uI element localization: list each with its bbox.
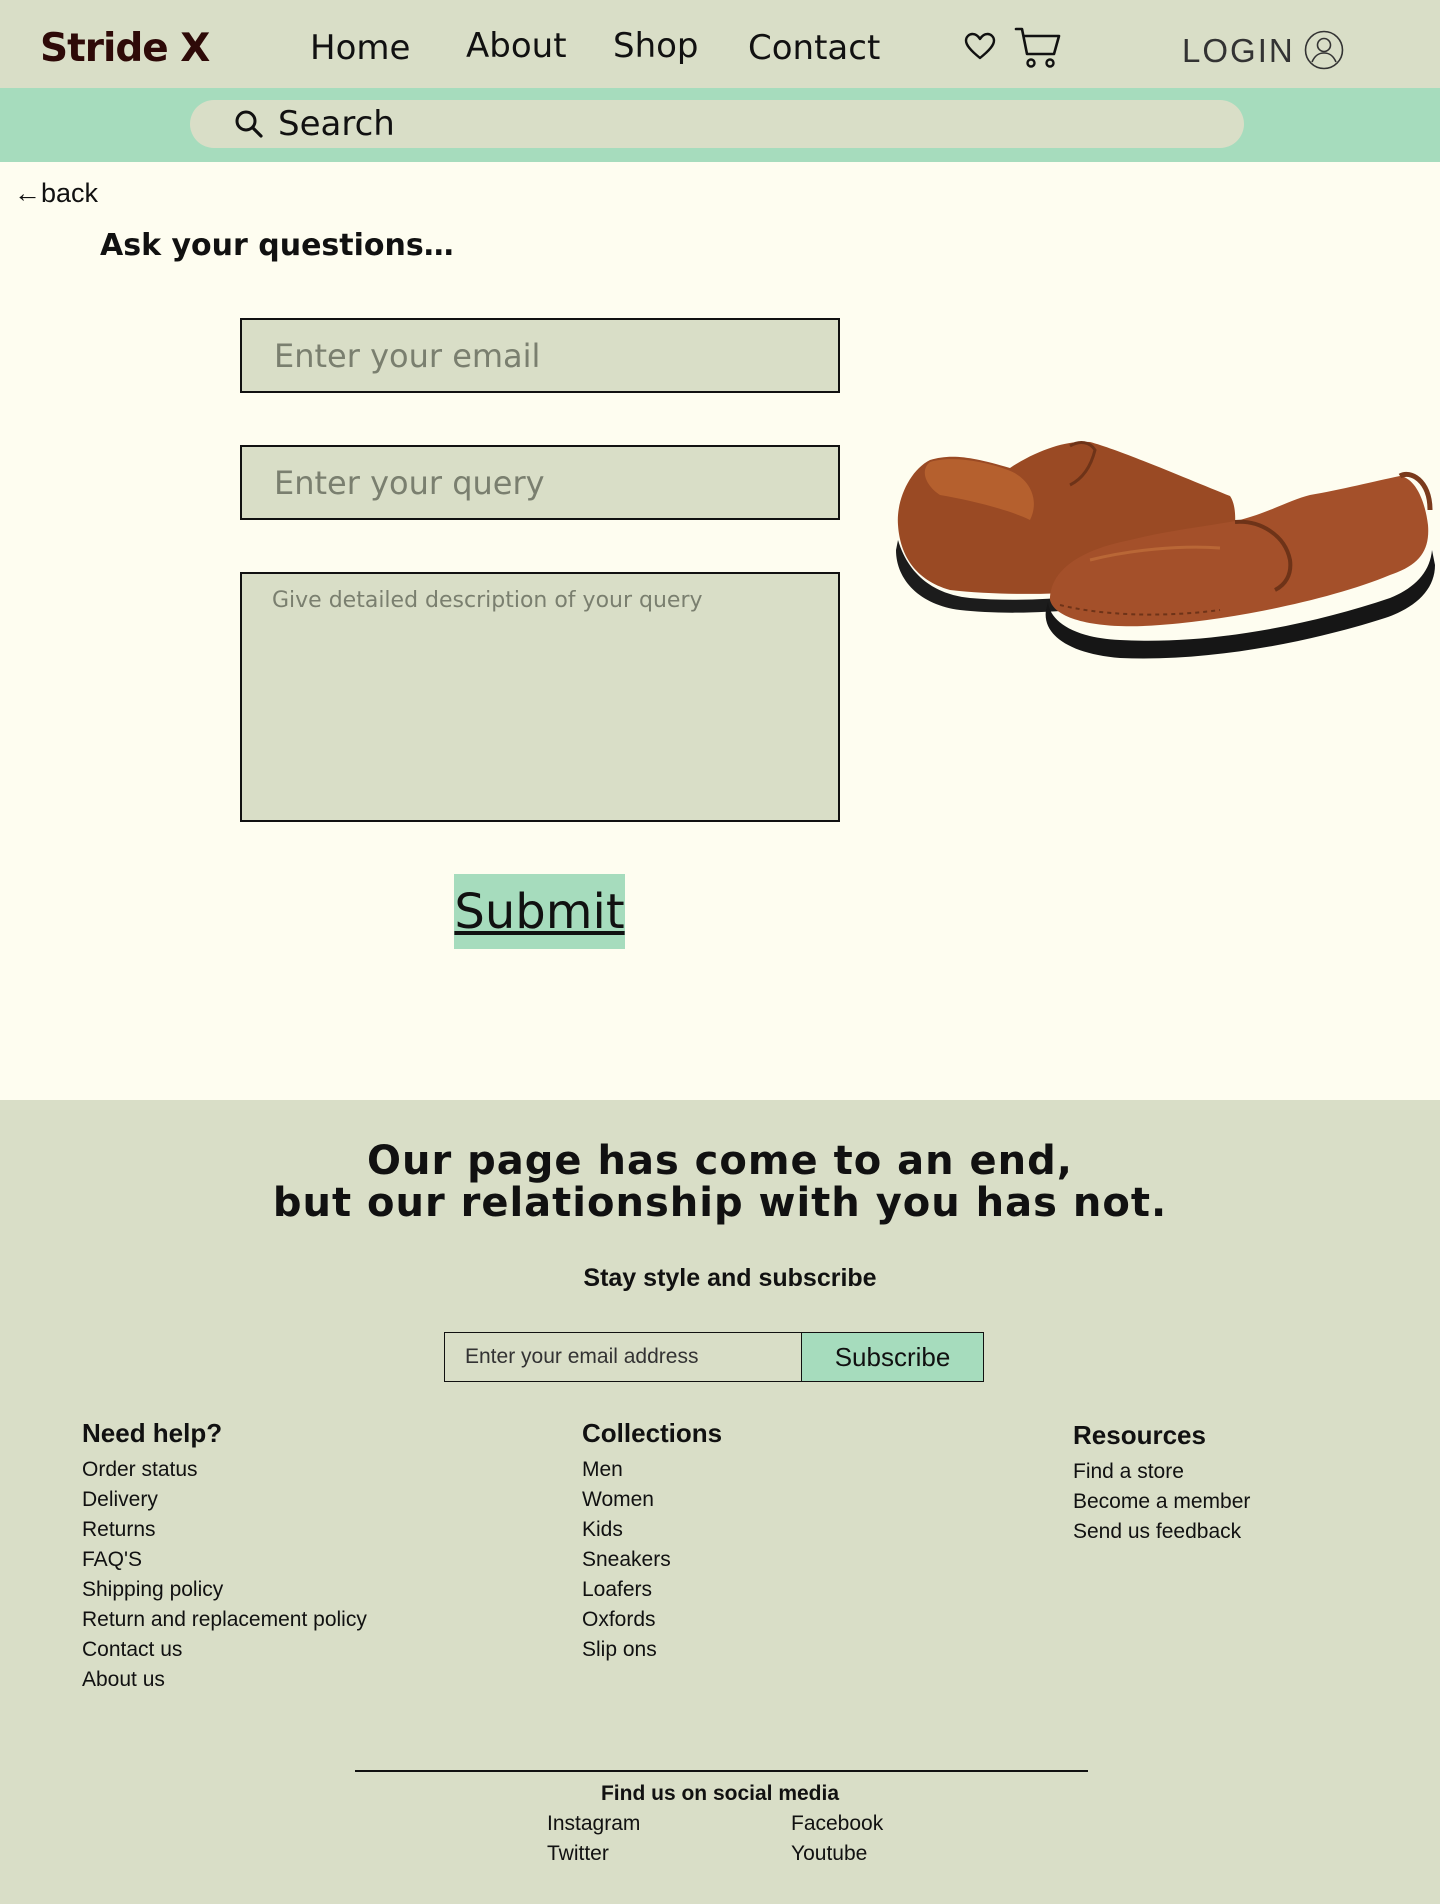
social-title: Find us on social media xyxy=(600,1782,840,1805)
footer-col-resources: Resources Find a store Become a member S… xyxy=(1073,1420,1250,1547)
footer-link-shipping-policy[interactable]: Shipping policy xyxy=(82,1575,367,1605)
footer-link-order-status[interactable]: Order status xyxy=(82,1455,367,1485)
submit-button[interactable]: Submit xyxy=(454,874,625,949)
footer-link-faqs[interactable]: FAQ'S xyxy=(82,1545,367,1575)
brand-logo[interactable]: Stride X xyxy=(40,26,210,71)
footer-col-collections: Collections Men Women Kids Sneakers Loaf… xyxy=(582,1418,722,1665)
footer-link-about-us[interactable]: About us xyxy=(82,1665,367,1695)
cart-icon[interactable] xyxy=(1014,26,1062,70)
email-field[interactable] xyxy=(240,318,840,393)
site-footer: Our page has come to an end, but our rel… xyxy=(0,1100,1440,1904)
subscribe-button[interactable]: Subscribe xyxy=(801,1332,984,1382)
subscribe-heading: Stay style and subscribe xyxy=(583,1264,877,1292)
footer-link-contact-us[interactable]: Contact us xyxy=(82,1635,367,1665)
footer-link-become-member[interactable]: Become a member xyxy=(1073,1487,1250,1517)
footer-link-returns[interactable]: Returns xyxy=(82,1515,367,1545)
footer-link-send-feedback[interactable]: Send us feedback xyxy=(1073,1517,1250,1547)
nav-home[interactable]: Home xyxy=(310,28,410,68)
footer-col-title: Need help? xyxy=(82,1418,223,1448)
heart-icon[interactable] xyxy=(964,32,996,60)
footer-link-loafers[interactable]: Loafers xyxy=(582,1575,722,1605)
footer-col-title: Resources xyxy=(1073,1420,1206,1450)
loafer-shoe-image xyxy=(896,441,1435,659)
social-instagram[interactable]: Instagram xyxy=(547,1812,640,1836)
nav-shop[interactable]: Shop xyxy=(613,26,699,66)
subscribe-email-input[interactable] xyxy=(444,1332,802,1382)
footer-heading: Our page has come to an end, but our rel… xyxy=(0,1140,1440,1224)
footer-link-return-policy[interactable]: Return and replacement policy xyxy=(82,1605,367,1635)
footer-col-help: Need help? Order status Delivery Returns… xyxy=(82,1418,367,1695)
social-facebook[interactable]: Facebook xyxy=(791,1812,883,1836)
search-icon xyxy=(235,110,263,138)
social-twitter[interactable]: Twitter xyxy=(547,1842,609,1866)
search-bar: Search xyxy=(0,88,1440,162)
footer-link-delivery[interactable]: Delivery xyxy=(82,1485,367,1515)
footer-link-kids[interactable]: Kids xyxy=(582,1515,722,1545)
footer-link-men[interactable]: Men xyxy=(582,1455,722,1485)
footer-link-sneakers[interactable]: Sneakers xyxy=(582,1545,722,1575)
footer-col-title: Collections xyxy=(582,1418,723,1448)
footer-link-slip-ons[interactable]: Slip ons xyxy=(582,1635,722,1665)
social-youtube[interactable]: Youtube xyxy=(791,1842,867,1866)
footer-link-women[interactable]: Women xyxy=(582,1485,722,1515)
footer-link-find-store[interactable]: Find a store xyxy=(1073,1457,1250,1487)
back-link[interactable]: ←back xyxy=(14,178,98,209)
footer-link-oxfords[interactable]: Oxfords xyxy=(582,1605,722,1635)
user-icon[interactable] xyxy=(1304,30,1344,70)
query-field[interactable] xyxy=(240,445,840,520)
site-header: Stride X Home About Shop Contact LOGIN xyxy=(0,0,1440,88)
search-label: Search xyxy=(278,104,395,144)
footer-heading-line1: Our page has come to an end, xyxy=(367,1138,1073,1184)
page-title: Ask your questions… xyxy=(100,228,454,263)
nav-contact[interactable]: Contact xyxy=(748,28,880,68)
nav-about[interactable]: About xyxy=(466,26,567,66)
footer-heading-line2: but our relationship with you has not. xyxy=(272,1180,1168,1226)
login-link[interactable]: LOGIN xyxy=(1182,32,1295,70)
description-field[interactable] xyxy=(240,572,840,822)
footer-divider xyxy=(355,1770,1088,1772)
search-input[interactable]: Search xyxy=(190,100,1244,148)
